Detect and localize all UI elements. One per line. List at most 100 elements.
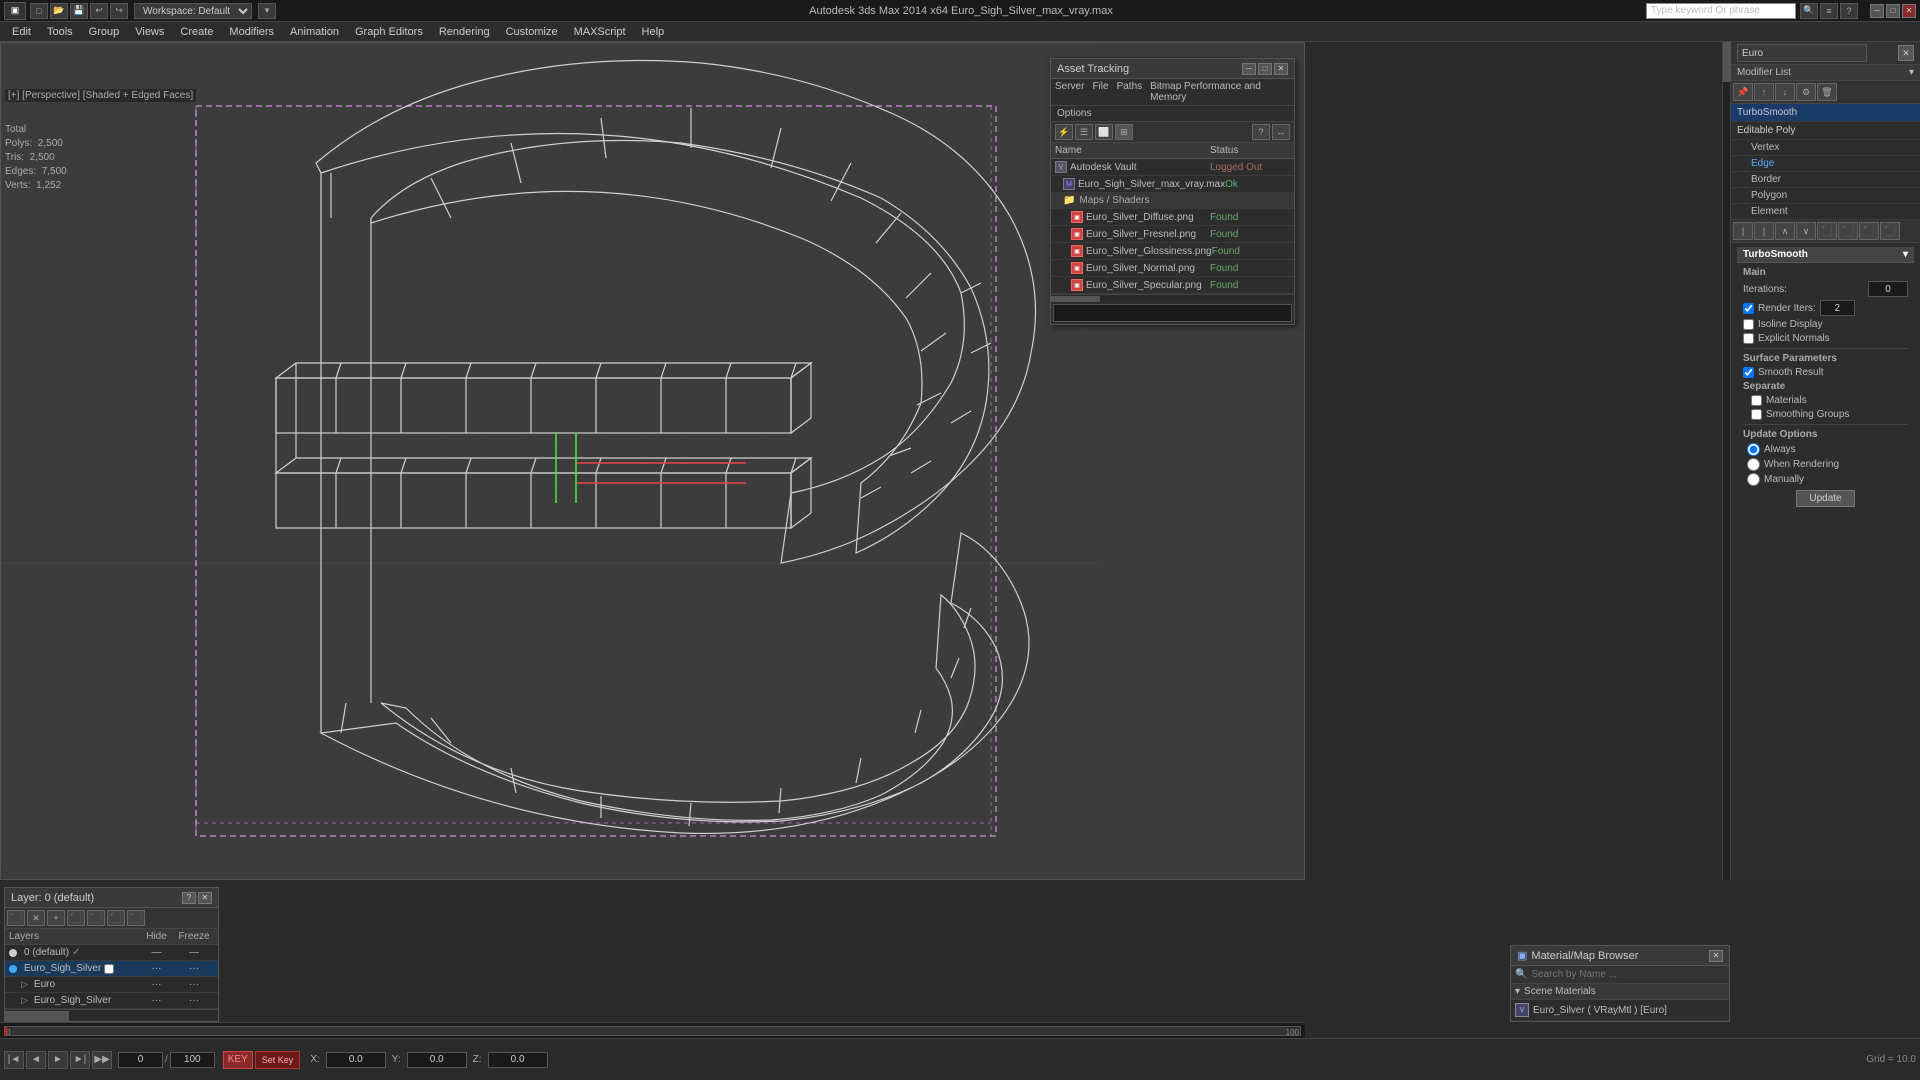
mod-tool-2-3[interactable]: ∧ — [1775, 222, 1795, 240]
turbosmooth-collapse-icon[interactable]: ▾ — [1903, 249, 1908, 260]
asset-row-normal[interactable]: ▣ Euro_Silver_Normal.png Found — [1051, 260, 1294, 277]
workspace-options[interactable]: ▾ — [258, 3, 276, 19]
sub-polygon[interactable]: Polygon — [1731, 188, 1920, 204]
when-rendering-radio[interactable] — [1747, 458, 1760, 471]
undo-btn[interactable]: ↩ — [90, 3, 108, 19]
key-mode-btn[interactable]: KEY — [223, 1051, 253, 1069]
menu-create[interactable]: Create — [172, 24, 221, 40]
layers-tool-4[interactable]: ⬛ — [67, 910, 85, 926]
render-iters-input[interactable] — [1820, 300, 1855, 316]
asset-menu-paths[interactable]: Paths — [1117, 81, 1143, 103]
asset-close-btn[interactable]: ✕ — [1274, 63, 1288, 75]
asset-row-diffuse[interactable]: ▣ Euro_Silver_Diffuse.png Found — [1051, 209, 1294, 226]
menu-tools[interactable]: Tools — [39, 24, 81, 40]
asset-row-fresnel[interactable]: ▣ Euro_Silver_Fresnel.png Found — [1051, 226, 1294, 243]
open-btn[interactable]: 📂 — [50, 3, 68, 19]
layers-tool-delete[interactable]: ✕ — [27, 910, 45, 926]
stack-item-turbosmooth[interactable]: TurboSmooth — [1731, 104, 1920, 122]
asset-scroll-thumb[interactable] — [1051, 296, 1100, 302]
prev-frame-btn[interactable]: |◄ — [4, 1051, 24, 1069]
menu-animation[interactable]: Animation — [282, 24, 347, 40]
current-frame-input[interactable] — [118, 1052, 163, 1068]
timeline-bar[interactable]: 0 100 — [4, 1026, 1301, 1036]
manually-radio[interactable] — [1747, 473, 1760, 486]
asset-tool-3[interactable]: ⬜ — [1095, 124, 1113, 140]
mod-tool-2-8[interactable]: ⬛ — [1880, 222, 1900, 240]
menu-edit[interactable]: Edit — [4, 24, 39, 40]
asset-menu-options[interactable]: Options — [1057, 108, 1091, 119]
mod-tool-configure[interactable]: ⚙ — [1796, 83, 1816, 101]
mod-tool-delete[interactable]: 🗑 — [1817, 83, 1837, 101]
layers-tool-1[interactable]: ⬛ — [7, 910, 25, 926]
asset-row-specular[interactable]: ▣ Euro_Silver_Specular.png Found — [1051, 277, 1294, 294]
coord-z-input[interactable] — [488, 1052, 548, 1068]
asset-menu-bitmap[interactable]: Bitmap Performance and Memory — [1150, 81, 1290, 103]
layers-close-btn[interactable]: ✕ — [198, 892, 212, 904]
maximize-btn[interactable]: □ — [1886, 4, 1900, 18]
play-back-btn[interactable]: ◄ — [26, 1051, 46, 1069]
menu-graph-editors[interactable]: Graph Editors — [347, 24, 431, 40]
asset-menu-file[interactable]: File — [1092, 81, 1108, 103]
modifier-filter-clear[interactable]: ✕ — [1898, 45, 1914, 61]
modifier-filter-input[interactable] — [1737, 44, 1867, 62]
menu-help[interactable]: Help — [634, 24, 673, 40]
close-btn[interactable]: ✕ — [1902, 4, 1916, 18]
layer-lock-eurosigh[interactable] — [104, 964, 114, 974]
mat-item-euro-silver[interactable]: V Euro_Silver ( VRayMtl ) [Euro] — [1511, 1000, 1729, 1021]
sub-border[interactable]: Border — [1731, 172, 1920, 188]
menu-group[interactable]: Group — [81, 24, 128, 40]
update-button[interactable]: Update — [1796, 490, 1854, 507]
mod-tool-2-1[interactable]: | — [1733, 222, 1753, 240]
new-btn[interactable]: □ — [30, 3, 48, 19]
mod-tool-2-2[interactable]: | — [1754, 222, 1774, 240]
layer-row-eurosigh2[interactable]: ▷ Euro_Sigh_Silver ··· ··· — [5, 993, 218, 1009]
mod-tool-move-up[interactable]: ↑ — [1754, 83, 1774, 101]
smoothing-groups-checkbox[interactable] — [1751, 409, 1762, 420]
mod-tool-2-4[interactable]: ∨ — [1796, 222, 1816, 240]
search-icon-top[interactable]: 🔍 — [1800, 3, 1818, 19]
layers-tool-6[interactable]: ⬛ — [107, 910, 125, 926]
menu-modifiers[interactable]: Modifiers — [221, 24, 282, 40]
asset-folder-row[interactable]: 📁 Maps / Shaders — [1051, 193, 1294, 209]
redo-btn[interactable]: ↪ — [110, 3, 128, 19]
coord-x-input[interactable] — [326, 1052, 386, 1068]
asset-tool-1[interactable]: ⚡ — [1055, 124, 1073, 140]
layers-help-btn[interactable]: ? — [182, 892, 196, 904]
smooth-result-checkbox[interactable] — [1743, 367, 1754, 378]
layer-row-default[interactable]: 0 (default) ✓ — — — [5, 945, 218, 961]
asset-horizontal-scrollbar[interactable] — [1051, 294, 1294, 302]
layers-tool-add[interactable]: + — [47, 910, 65, 926]
set-key-btn[interactable]: Set Key — [255, 1051, 301, 1069]
total-frames-input[interactable] — [170, 1052, 215, 1068]
asset-maximize-btn[interactable]: □ — [1258, 63, 1272, 75]
layers-tool-7[interactable]: ⬛ — [127, 910, 145, 926]
asset-help-btn[interactable]: ? — [1252, 124, 1270, 140]
layer-row-euro[interactable]: ▷ Euro ··· ··· — [5, 977, 218, 993]
workspace-dropdown[interactable]: Workspace: Default — [134, 3, 252, 19]
layers-tool-5[interactable]: ⬛ — [87, 910, 105, 926]
layers-scrollbar[interactable] — [5, 1009, 218, 1021]
minimize-btn[interactable]: ─ — [1870, 4, 1884, 18]
isoline-checkbox[interactable] — [1743, 319, 1754, 330]
materials-checkbox[interactable] — [1751, 395, 1762, 406]
asset-tool-2[interactable]: ☰ — [1075, 124, 1093, 140]
mod-tool-2-7[interactable]: ⬛ — [1859, 222, 1879, 240]
iterations-input[interactable] — [1868, 281, 1908, 297]
options-icon[interactable]: ≡ — [1820, 3, 1838, 19]
asset-row-glossiness[interactable]: ▣ Euro_Silver_Glossiness.png Found — [1051, 243, 1294, 260]
right-scroll-thumb[interactable] — [1723, 42, 1731, 82]
menu-views[interactable]: Views — [127, 24, 172, 40]
sub-vertex[interactable]: Vertex — [1731, 140, 1920, 156]
stack-item-editablepoly[interactable]: Editable Poly — [1731, 122, 1920, 140]
mod-tool-pin[interactable]: 📌 — [1733, 83, 1753, 101]
next-frame-btn[interactable]: ►| — [70, 1051, 90, 1069]
menu-customize[interactable]: Customize — [498, 24, 566, 40]
asset-minimize-btn[interactable]: ─ — [1242, 63, 1256, 75]
asset-tool-4[interactable]: ⊞ — [1115, 124, 1133, 140]
sub-edge[interactable]: Edge — [1731, 156, 1920, 172]
render-iters-checkbox[interactable] — [1743, 303, 1754, 314]
asset-row-vault[interactable]: V Autodesk Vault Logged Out — [1051, 159, 1294, 176]
modifier-list-dropdown-icon[interactable]: ▾ — [1909, 67, 1914, 78]
asset-expand-btn[interactable]: ↔ — [1272, 124, 1290, 140]
explicit-normals-checkbox[interactable] — [1743, 333, 1754, 344]
